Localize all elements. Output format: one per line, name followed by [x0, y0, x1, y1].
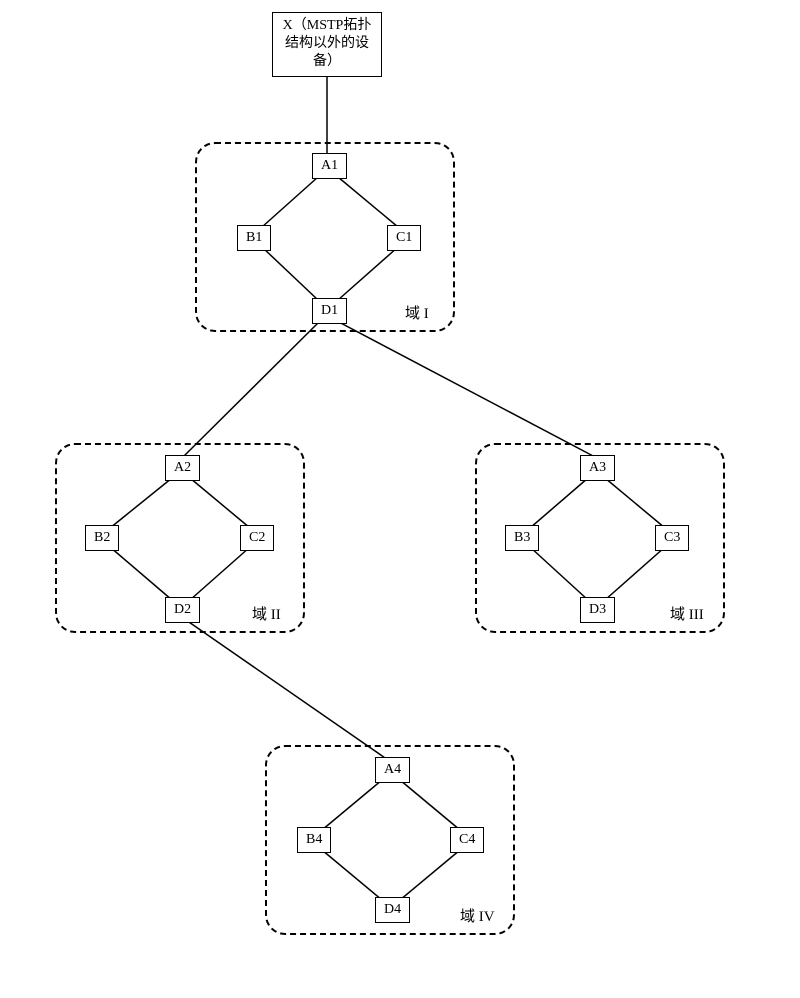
node-c1: C1: [387, 225, 421, 251]
node-a2: A2: [165, 455, 200, 481]
node-b3: B3: [505, 525, 539, 551]
node-c3: C3: [655, 525, 689, 551]
node-c4: C4: [450, 827, 484, 853]
node-d1: D1: [312, 298, 347, 324]
node-d4: D4: [375, 897, 410, 923]
region-3-label: 域 III: [670, 603, 704, 624]
region-2-label: 域 II: [252, 603, 281, 624]
node-c2: C2: [240, 525, 274, 551]
region-1-label: 域 I: [405, 302, 429, 323]
node-d2: D2: [165, 597, 200, 623]
node-b2: B2: [85, 525, 119, 551]
node-b1: B1: [237, 225, 271, 251]
external-device-box: X（MSTP拓扑结构以外的设备）: [272, 12, 382, 77]
node-d3: D3: [580, 597, 615, 623]
node-a3: A3: [580, 455, 615, 481]
node-b4: B4: [297, 827, 331, 853]
node-a4: A4: [375, 757, 410, 783]
node-a1: A1: [312, 153, 347, 179]
region-4-label: 域 IV: [460, 905, 495, 926]
